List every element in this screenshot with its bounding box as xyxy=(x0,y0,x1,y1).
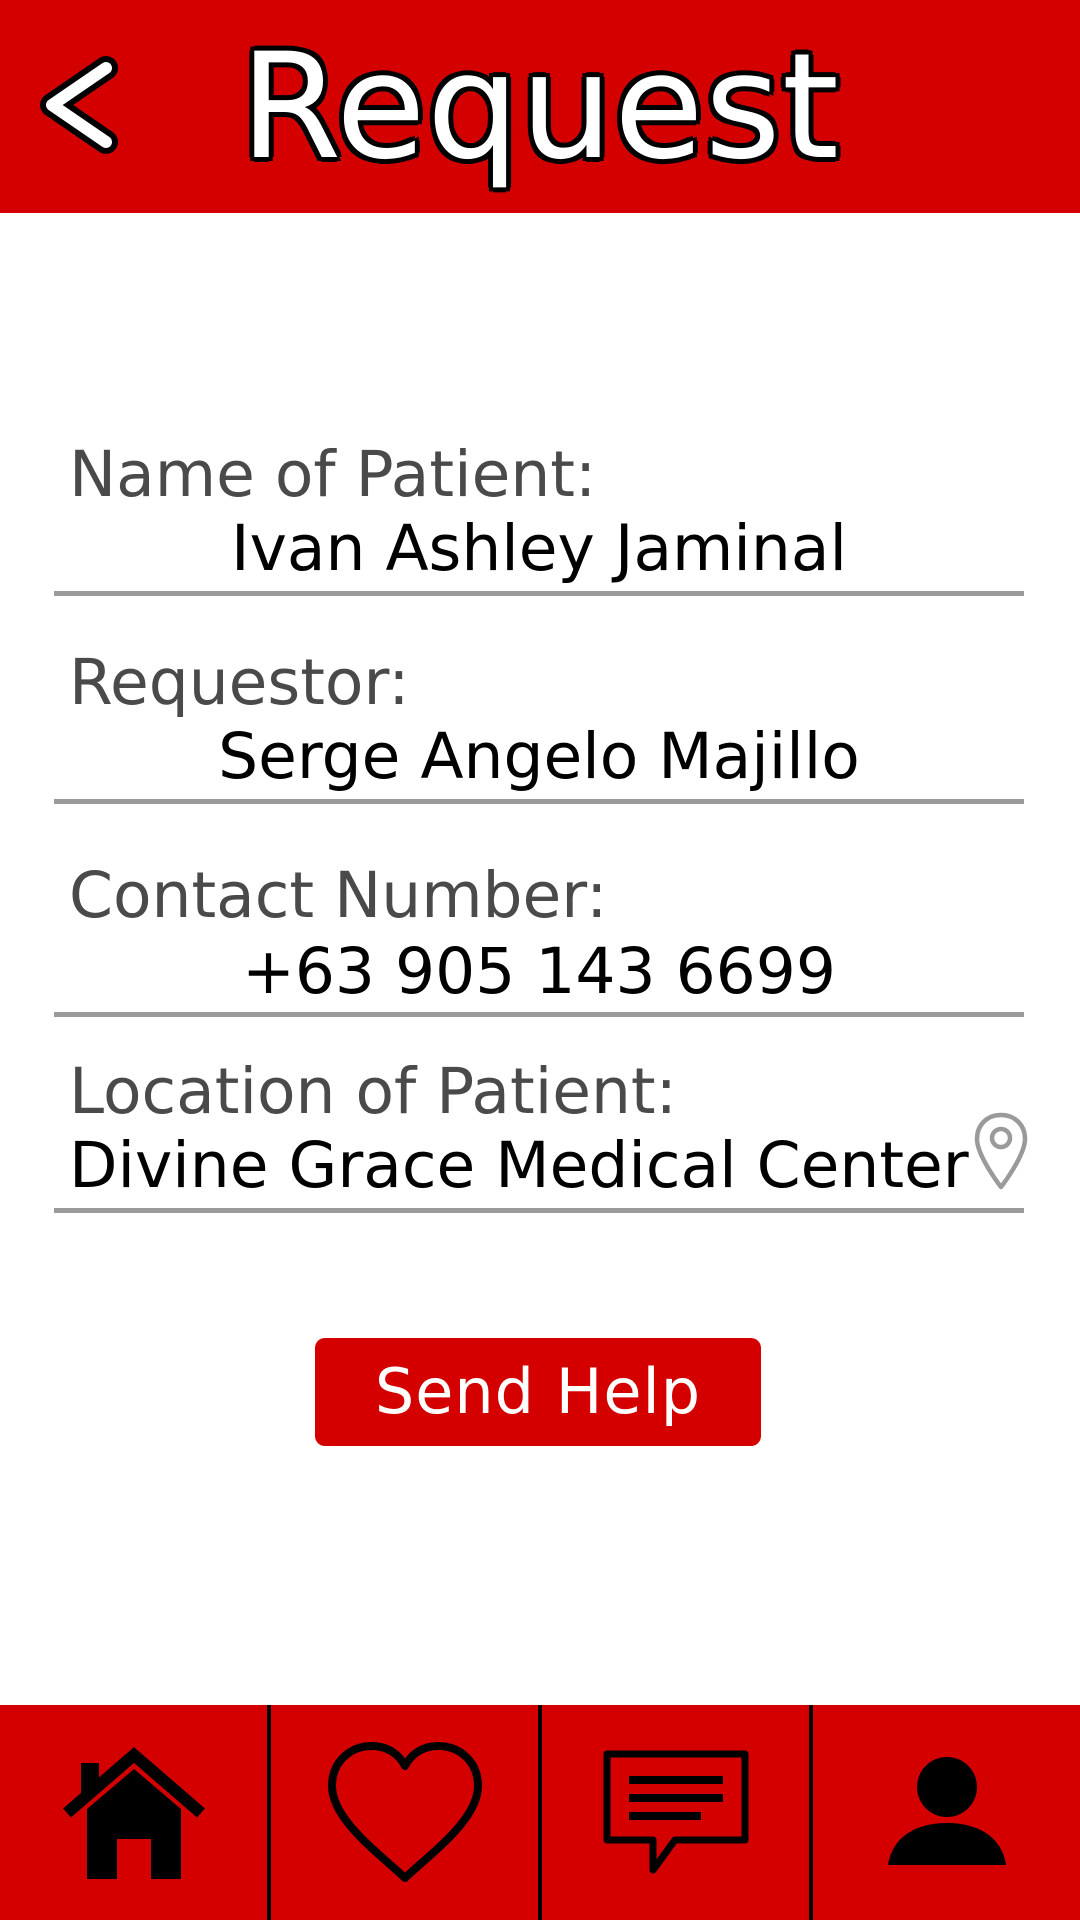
map-pin-icon[interactable] xyxy=(972,1111,1030,1193)
location-underline xyxy=(54,1208,1024,1213)
header-bar: Request xyxy=(0,0,1080,213)
contact-number-underline xyxy=(54,1012,1024,1017)
contact-number-field[interactable]: Contact Number: +63 905 143 6699 xyxy=(54,859,1024,1019)
requestor-label: Requestor: xyxy=(69,646,410,719)
patient-name-label: Name of Patient: xyxy=(69,438,597,511)
heart-icon xyxy=(327,1741,482,1882)
profile-icon xyxy=(887,1756,1006,1865)
nav-item-messages[interactable] xyxy=(538,1705,809,1920)
contact-number-value: +63 905 143 6699 xyxy=(242,935,836,1008)
requestor-underline xyxy=(54,799,1024,804)
send-help-button[interactable]: Send Help xyxy=(315,1338,761,1446)
chat-icon xyxy=(603,1750,748,1873)
requestor-field[interactable]: Requestor: Serge Angelo Majillo xyxy=(54,646,1024,806)
patient-name-underline xyxy=(54,591,1024,596)
bottom-nav xyxy=(0,1705,1080,1920)
page-title: Request xyxy=(239,22,841,192)
nav-item-home[interactable] xyxy=(0,1705,267,1920)
home-icon xyxy=(62,1746,205,1879)
contact-number-label: Contact Number: xyxy=(69,859,608,932)
patient-name-value: Ivan Ashley Jaminal xyxy=(231,512,847,585)
nav-item-profile[interactable] xyxy=(809,1705,1080,1920)
location-value: Divine Grace Medical Center xyxy=(69,1129,969,1202)
location-label: Location of Patient: xyxy=(69,1055,677,1128)
request-screen: Request Name of Patient: Ivan Ashley Jam… xyxy=(0,0,1080,1920)
patient-name-field[interactable]: Name of Patient: Ivan Ashley Jaminal xyxy=(54,438,1024,598)
location-field[interactable]: Location of Patient: Divine Grace Medica… xyxy=(54,1055,1028,1215)
nav-item-favorites[interactable] xyxy=(267,1705,538,1920)
requestor-value: Serge Angelo Majillo xyxy=(218,720,860,793)
